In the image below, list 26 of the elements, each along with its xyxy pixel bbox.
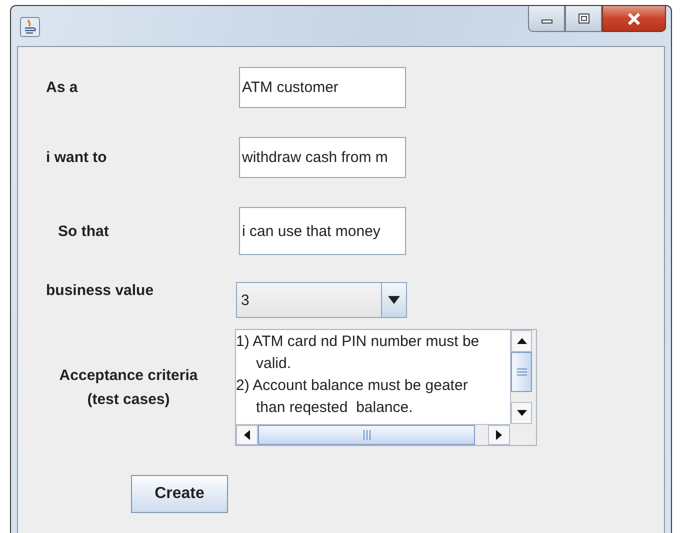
field-label: So that — [57, 222, 110, 240]
grip-icon — [362, 430, 370, 440]
grip-icon — [516, 368, 526, 376]
vertical-scrollbar[interactable] — [510, 330, 532, 424]
maximize-icon — [576, 12, 590, 24]
input-field[interactable]: withdraw cash from m — [239, 137, 406, 178]
text-area[interactable]: 1) ATM card nd PIN number must be valid. 2) Account balance must be geater than reqested balance. — [236, 330, 510, 424]
field-label: business value — [45, 282, 155, 299]
up-arrow-icon — [516, 338, 526, 344]
minimize-button[interactable] — [528, 6, 565, 32]
horizontal-scrollbar[interactable] — [236, 424, 510, 445]
create-button[interactable]: Create — [131, 475, 228, 513]
down-arrow-icon — [516, 410, 526, 416]
input-field[interactable]: ATM customer — [239, 67, 406, 108]
maximize-button[interactable] — [565, 6, 602, 32]
caret-icon — [388, 296, 400, 304]
right-arrow-icon — [496, 430, 502, 440]
close-icon — [626, 12, 642, 24]
field-label: As a — [45, 79, 79, 96]
dropdown[interactable]: 3 — [236, 282, 407, 318]
java-cup-icon — [20, 17, 40, 37]
input-field[interactable]: i can use that money — [239, 207, 406, 255]
close-button[interactable] — [602, 6, 666, 32]
field-label: Acceptance criteria (test cases) — [58, 366, 199, 410]
left-arrow-icon — [244, 430, 250, 440]
field-label: i want to — [45, 149, 108, 166]
